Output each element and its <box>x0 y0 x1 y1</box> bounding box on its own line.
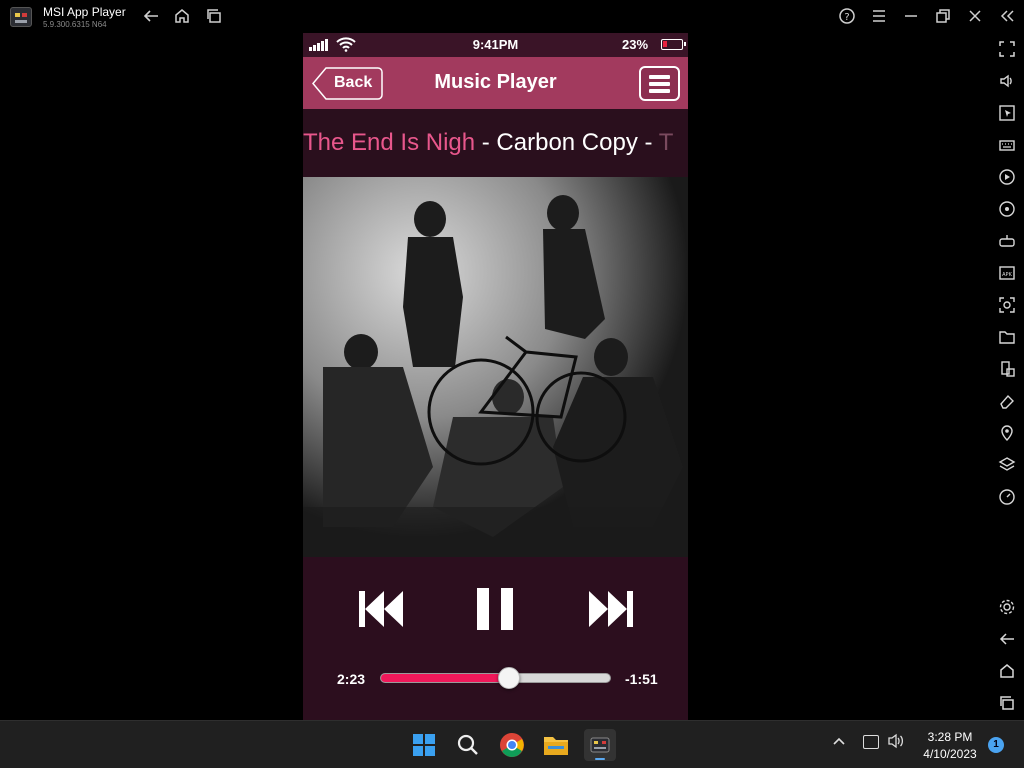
marquee-next-fragment: T <box>658 129 674 156</box>
emulator-title-bar: MSI App Player 5.9.300.6315 N64 ? <box>0 0 1024 34</box>
hamburger-line <box>649 89 670 93</box>
rotate-device-icon[interactable] <box>998 360 1016 378</box>
emulator-sidebar: APK <box>990 34 1024 720</box>
speaker-icon[interactable] <box>887 733 905 753</box>
battery-percent: 23% <box>622 37 649 52</box>
file-explorer-icon[interactable] <box>540 729 572 761</box>
app-title: MSI App Player <box>43 5 126 19</box>
song-title: The End Is Nigh <box>303 129 476 156</box>
android-back-icon[interactable] <box>998 630 1016 648</box>
eraser-icon[interactable] <box>998 392 1016 410</box>
separator: - <box>637 129 659 156</box>
layers-icon[interactable] <box>998 456 1016 474</box>
seek-bar[interactable] <box>380 667 611 689</box>
notification-badge[interactable]: 1 <box>988 737 1004 753</box>
skip-next-icon <box>589 591 633 627</box>
folder-icon[interactable] <box>998 328 1016 346</box>
phone-screen: 9:41PM 23% Back Music Player The End Is … <box>303 33 688 720</box>
taskbar-clock-time[interactable]: 3:28 PM <box>920 730 980 744</box>
pointer-icon[interactable] <box>998 104 1016 122</box>
menu-icon[interactable] <box>869 7 889 27</box>
minimize-icon[interactable] <box>901 7 921 27</box>
back-arrow-icon[interactable] <box>141 7 161 27</box>
screenshot-icon[interactable] <box>998 296 1016 314</box>
sync-icon[interactable] <box>998 200 1016 218</box>
svg-text:?: ? <box>844 12 849 23</box>
skip-previous-icon <box>359 591 403 627</box>
network-icon[interactable] <box>863 735 879 749</box>
pause-icon <box>477 588 513 630</box>
remaining-time: -1:51 <box>625 671 658 687</box>
collapse-sidebar-icon[interactable] <box>997 7 1017 27</box>
seek-bar-thumb[interactable] <box>498 667 521 689</box>
seek-bar-fill <box>381 674 510 682</box>
keyboard-icon[interactable] <box>998 136 1016 154</box>
svg-text:APK: APK <box>1002 272 1012 278</box>
search-icon[interactable] <box>452 729 484 761</box>
settings-gear-icon[interactable] <box>998 598 1016 616</box>
performance-gauge-icon[interactable] <box>998 488 1016 506</box>
fullscreen-icon[interactable] <box>998 40 1016 58</box>
apk-install-icon[interactable]: APK <box>998 264 1016 282</box>
help-icon[interactable]: ? <box>837 7 857 27</box>
gamepad-icon[interactable] <box>998 232 1016 250</box>
windows-start-icon[interactable] <box>408 729 440 761</box>
album-art-image <box>303 177 688 557</box>
macro-play-icon[interactable] <box>998 168 1016 186</box>
app-nav-bar: Back Music Player <box>303 57 688 109</box>
phone-status-bar: 9:41PM 23% <box>303 33 688 57</box>
page-title: Music Player <box>434 71 557 93</box>
player-controls: 2:23 -1:51 <box>303 557 688 720</box>
next-track-button[interactable] <box>588 589 634 629</box>
pause-button[interactable] <box>475 586 515 632</box>
taskbar-clock-date[interactable]: 4/10/2023 <box>915 747 985 761</box>
chrome-icon[interactable] <box>496 729 528 761</box>
previous-track-button[interactable] <box>358 589 404 629</box>
android-home-icon[interactable] <box>998 662 1016 680</box>
volume-icon[interactable] <box>998 72 1016 90</box>
artist-name: Carbon Copy <box>496 129 638 156</box>
separator: - <box>475 129 497 156</box>
app-version: 5.9.300.6315 N64 <box>43 20 107 29</box>
recent-apps-icon[interactable] <box>998 694 1016 712</box>
windows-taskbar: 3:28 PM 4/10/2023 1 <box>0 720 1024 768</box>
app-player-logo-icon <box>10 7 32 27</box>
tray-overflow-chevron-icon[interactable] <box>832 735 846 752</box>
home-icon[interactable] <box>172 7 192 27</box>
hamburger-line <box>649 75 670 79</box>
close-icon[interactable] <box>965 7 985 27</box>
hamburger-line <box>649 82 670 86</box>
app-player-taskbar-icon[interactable] <box>584 729 616 761</box>
elapsed-time: 2:23 <box>337 671 366 687</box>
location-icon[interactable] <box>998 424 1016 442</box>
multi-instance-icon[interactable] <box>204 7 224 27</box>
restore-icon[interactable] <box>933 7 953 27</box>
battery-icon <box>661 39 686 50</box>
hamburger-menu-button[interactable] <box>639 66 680 101</box>
now-playing-marquee: The End Is Nigh - Carbon Copy - T <box>303 109 688 177</box>
